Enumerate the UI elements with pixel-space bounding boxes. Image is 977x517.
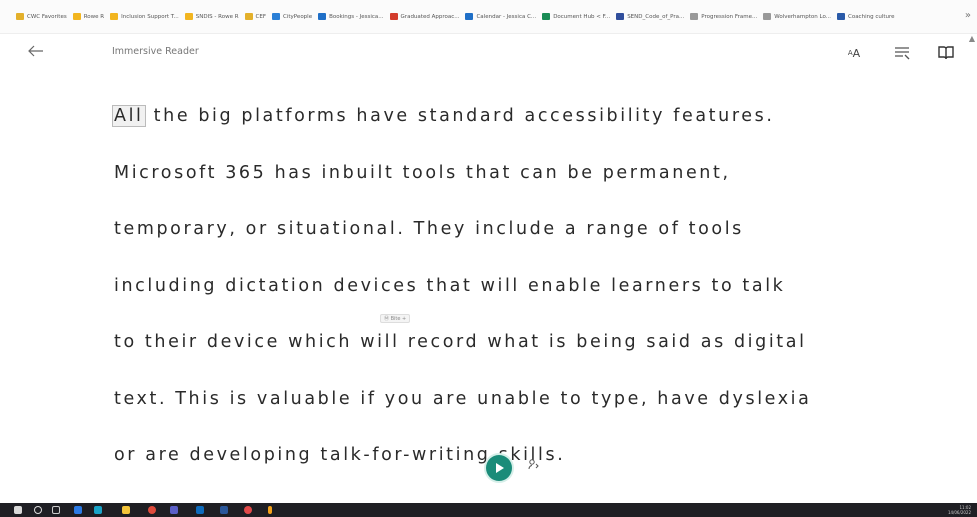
app-icon[interactable]: [268, 506, 272, 514]
bookmark-label: CEF: [255, 13, 267, 20]
bookmark-item[interactable]: Inclusion Support T...: [110, 13, 179, 20]
taskbar: 11:02 14/06/2022: [0, 503, 977, 517]
word-icon[interactable]: [220, 506, 228, 514]
text-line: temporary, or situational. They include …: [114, 219, 744, 239]
bookmark-label: Wolverhampton Lo...: [774, 13, 831, 20]
text-line: text. This is valuable if you are unable…: [114, 388, 812, 409]
bookmark-label: SNDIS - Rowe R: [195, 13, 239, 20]
bookmarks-bar: CWC Favorites Rowe R Inclusion Support T..…: [0, 0, 977, 34]
bookmark-item[interactable]: Rowe R: [72, 13, 105, 20]
scroll-up-icon[interactable]: ▲: [969, 34, 975, 43]
clock[interactable]: 11:02 14/06/2022: [948, 505, 971, 515]
bookmark-label: Inclusion Support T...: [121, 13, 179, 20]
bookmark-item[interactable]: CEF: [244, 13, 267, 20]
highlighted-word[interactable]: All: [112, 105, 146, 127]
task-view-icon[interactable]: [52, 506, 60, 514]
bookmark-icon: [616, 13, 625, 20]
chrome-icon[interactable]: [148, 506, 156, 514]
bookmark-icon: [72, 13, 81, 20]
bookmark-label: CityPeople: [283, 13, 313, 20]
bookmark-label: Graduated Approac...: [400, 13, 460, 20]
text-preferences-button[interactable]: AA: [843, 42, 865, 64]
back-button[interactable]: [28, 42, 44, 61]
bookmark-item[interactable]: SNDIS - Rowe R: [184, 13, 239, 20]
text-line: or are developing talk-for-writing skill…: [114, 445, 566, 465]
grammar-options-icon: [895, 47, 910, 60]
windows-start-icon[interactable]: [14, 506, 22, 514]
bookmark-icon: [763, 13, 772, 20]
bookmark-icon: [542, 13, 551, 20]
edge-icon[interactable]: [94, 506, 102, 514]
bookmark-item[interactable]: Bookings - Jessica...: [318, 13, 384, 20]
bookmark-item[interactable]: Coaching culture: [836, 13, 895, 20]
text-line: All the big platforms have standard acce…: [112, 105, 775, 127]
page-title: Immersive Reader: [112, 46, 199, 57]
outlook-icon[interactable]: [196, 506, 204, 514]
bookmark-label: Bookings - Jessica...: [329, 13, 384, 20]
bookmark-label: Progression Frame...: [701, 13, 758, 20]
reading-text: All the big platforms have standard acce…: [112, 88, 914, 484]
grammar-options-button[interactable]: [891, 42, 913, 64]
bookmark-label: CWC Favorites: [27, 13, 67, 20]
book-icon: [938, 46, 954, 60]
bookmark-label: Document Hub < F...: [553, 13, 611, 20]
bookmark-icon: [465, 13, 474, 20]
reader-toolbar: Immersive Reader AA: [0, 34, 977, 74]
arrow-left-icon: [28, 45, 43, 57]
bookmark-icon: [16, 13, 24, 20]
bookmark-icon: [836, 13, 845, 20]
bookmark-label: Calendar - Jessica C...: [476, 13, 537, 20]
play-button[interactable]: [486, 455, 512, 481]
bookmark-icon: [244, 13, 253, 20]
bookmark-icon: [110, 13, 119, 20]
bookmark-label: Coaching culture: [847, 13, 895, 20]
bookmark-icon: [690, 13, 699, 20]
reading-preferences-button[interactable]: [935, 42, 957, 64]
bookmark-icon: [184, 13, 193, 20]
bookmark-item[interactable]: Calendar - Jessica C...: [465, 13, 536, 20]
bookmark-label: SEND_Code_of_Pra...: [627, 13, 685, 20]
teams-icon[interactable]: [170, 506, 178, 514]
voice-settings-button[interactable]: [528, 458, 540, 473]
bookmark-item[interactable]: CityPeople: [272, 13, 312, 20]
app-icon[interactable]: [74, 506, 82, 514]
bookmark-item[interactable]: SEND_Code_of_Pra...: [616, 13, 684, 20]
bookmark-icon: [318, 13, 327, 20]
bookmark-item[interactable]: Document Hub < F...: [542, 13, 610, 20]
search-icon[interactable]: [34, 506, 42, 514]
bookmark-item[interactable]: Progression Frame...: [690, 13, 757, 20]
play-icon: [496, 463, 504, 473]
bookmark-item[interactable]: Wolverhampton Lo...: [763, 13, 831, 20]
text-line: to their device which will record what i…: [114, 332, 807, 352]
bookmark-label: Rowe R: [83, 13, 105, 20]
file-explorer-icon[interactable]: [122, 506, 130, 514]
text-line: Microsoft 365 has inbuilt tools that can…: [114, 162, 731, 183]
bookmark-item[interactable]: Graduated Approac...: [389, 13, 460, 20]
voice-settings-icon: [528, 459, 539, 470]
bookmark-item[interactable]: CWC Favorites: [16, 13, 67, 20]
app-icon[interactable]: [244, 506, 252, 514]
bookmark-icon: [389, 13, 398, 20]
word-tooltip: Ⓜ Bite +: [380, 314, 411, 323]
text-line: including dictation devices that will en…: [114, 275, 786, 296]
bookmarks-overflow-button[interactable]: »: [965, 10, 971, 21]
bookmark-icon: [272, 13, 281, 20]
